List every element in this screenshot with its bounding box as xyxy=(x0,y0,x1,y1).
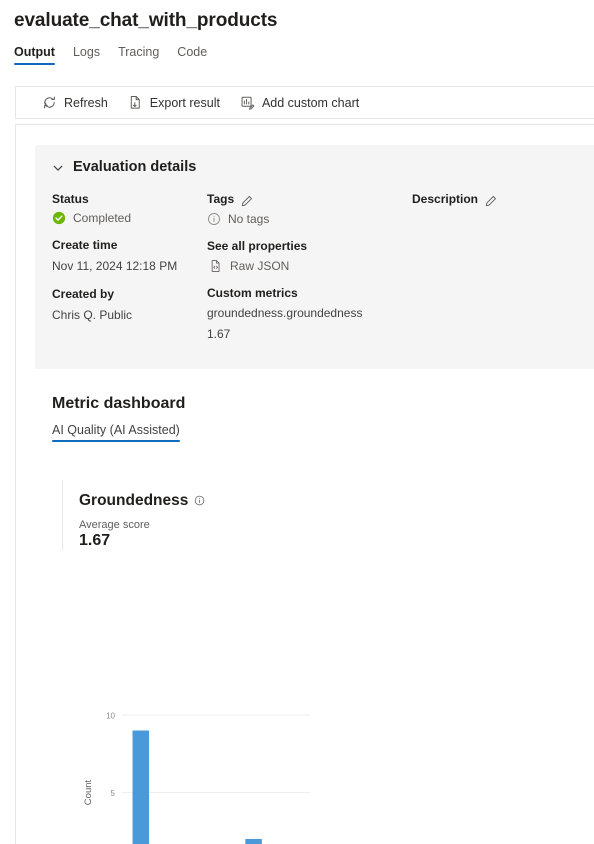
pencil-icon[interactable] xyxy=(241,194,253,206)
details-column-status: Status Completed Create time Nov 11, 202… xyxy=(52,191,207,354)
metric-dashboard-section: Metric dashboard AI Quality (AI Assisted… xyxy=(52,395,594,442)
chevron-down-icon[interactable] xyxy=(52,161,64,173)
create-time-label: Create time xyxy=(52,237,207,254)
tags-empty-state: No tags xyxy=(207,212,412,226)
check-circle-icon xyxy=(52,211,66,225)
export-document-icon xyxy=(128,95,143,110)
refresh-label: Refresh xyxy=(64,96,108,110)
details-column-tags: Tags No tags xyxy=(207,191,412,354)
create-time-value: Nov 11, 2024 12:18 PM xyxy=(52,258,207,275)
refresh-icon xyxy=(42,95,57,110)
groundedness-histogram: 051012345Groundedness scoring scaleCount xyxy=(78,703,318,844)
tab-ai-quality[interactable]: AI Quality (AI Assisted) xyxy=(52,423,180,442)
custom-metric-value: 1.67 xyxy=(207,326,412,343)
tab-logs[interactable]: Logs xyxy=(73,45,100,65)
command-toolbar: Refresh Export result Add custom chart xyxy=(15,86,594,119)
add-chart-icon xyxy=(240,95,255,110)
custom-metrics-label: Custom metrics xyxy=(207,285,412,302)
pencil-icon[interactable] xyxy=(485,194,497,206)
tags-value: No tags xyxy=(228,212,269,226)
created-by-value: Chris Q. Public xyxy=(52,307,207,324)
groundedness-histogram-svg: 051012345Groundedness scoring scaleCount xyxy=(78,703,318,844)
tags-label: Tags xyxy=(207,191,234,208)
status-label: Status xyxy=(52,191,207,208)
metric-card-header: Groundedness xyxy=(79,492,582,510)
metric-dashboard-tabbar: AI Quality (AI Assisted) xyxy=(52,423,594,442)
average-score-label: Average score xyxy=(79,519,582,531)
y-axis-tick-label: 10 xyxy=(106,712,115,721)
export-result-label: Export result xyxy=(150,96,220,110)
description-label: Description xyxy=(412,191,478,208)
add-custom-chart-label: Add custom chart xyxy=(262,96,359,110)
y-axis-title: Count xyxy=(83,779,94,805)
output-content-container: Evaluation details Status Completed Crea… xyxy=(15,124,594,844)
description-header: Description xyxy=(412,191,572,208)
metric-card-title: Groundedness xyxy=(79,492,188,510)
evaluation-details-panel: Evaluation details Status Completed Crea… xyxy=(35,145,594,369)
page-title: evaluate_chat_with_products xyxy=(0,0,594,32)
details-columns: Status Completed Create time Nov 11, 202… xyxy=(52,191,594,354)
raw-json-link[interactable]: Raw JSON xyxy=(209,259,412,273)
groundedness-metric-card: Groundedness Average score 1.67 xyxy=(62,480,582,550)
chart-bar[interactable] xyxy=(245,839,262,844)
status-badge: Completed xyxy=(52,211,207,225)
main-tabbar: Output Logs Tracing Code xyxy=(0,32,594,65)
tab-output[interactable]: Output xyxy=(14,45,55,65)
info-circle-icon[interactable] xyxy=(194,493,205,504)
refresh-button[interactable]: Refresh xyxy=(38,91,118,114)
see-all-properties-label: See all properties xyxy=(207,238,412,255)
tab-code[interactable]: Code xyxy=(177,45,207,65)
custom-metric-name: groundedness.groundedness xyxy=(207,305,412,322)
evaluation-details-title: Evaluation details xyxy=(73,159,196,175)
metric-dashboard-title: Metric dashboard xyxy=(52,395,594,413)
evaluation-details-header[interactable]: Evaluation details xyxy=(52,159,594,175)
details-column-description: Description xyxy=(412,191,572,354)
tags-header: Tags xyxy=(207,191,412,208)
raw-json-label: Raw JSON xyxy=(230,259,289,273)
info-circle-icon xyxy=(207,212,221,226)
code-file-icon xyxy=(209,259,223,273)
status-value: Completed xyxy=(73,211,131,225)
y-axis-tick-label: 5 xyxy=(111,789,116,798)
add-custom-chart-button[interactable]: Add custom chart xyxy=(236,91,369,114)
export-result-button[interactable]: Export result xyxy=(124,91,230,114)
tab-tracing[interactable]: Tracing xyxy=(118,45,159,65)
average-score-value: 1.67 xyxy=(79,532,582,550)
chart-bar[interactable] xyxy=(133,731,150,844)
created-by-label: Created by xyxy=(52,286,207,303)
